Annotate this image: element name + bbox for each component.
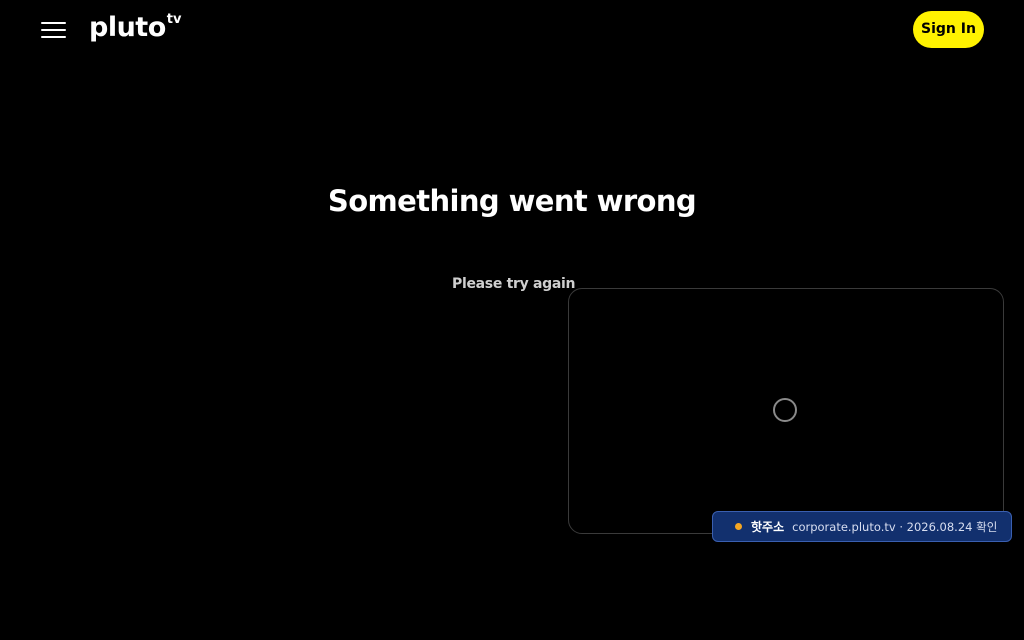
toast-title: 핫주소 [751,520,785,534]
toast-detail: corporate.pluto.tv · 2026.08.24 확인 [792,519,998,534]
menu-line [41,22,66,24]
logo-text: pluto [89,12,166,43]
error-title: Something went wrong [327,184,697,218]
video-player-panel[interactable] [568,288,1004,534]
top-header: pluto tv Sign In [0,0,1024,60]
sign-in-button[interactable]: Sign In [913,11,984,48]
logo-superscript: tv [166,12,182,27]
menu-line [41,36,66,38]
hamburger-menu-icon[interactable] [41,20,67,40]
loading-spinner-icon [773,398,797,422]
error-subtitle: Please try again [452,276,576,292]
pluto-tv-logo[interactable]: pluto tv [89,10,181,46]
status-dot-icon [735,523,742,530]
menu-line [41,29,66,31]
page: pluto tv Sign In Something went wrong Pl… [0,0,1024,640]
notification-toast[interactable]: 핫주소 corporate.pluto.tv · 2026.08.24 확인 [712,511,1012,542]
